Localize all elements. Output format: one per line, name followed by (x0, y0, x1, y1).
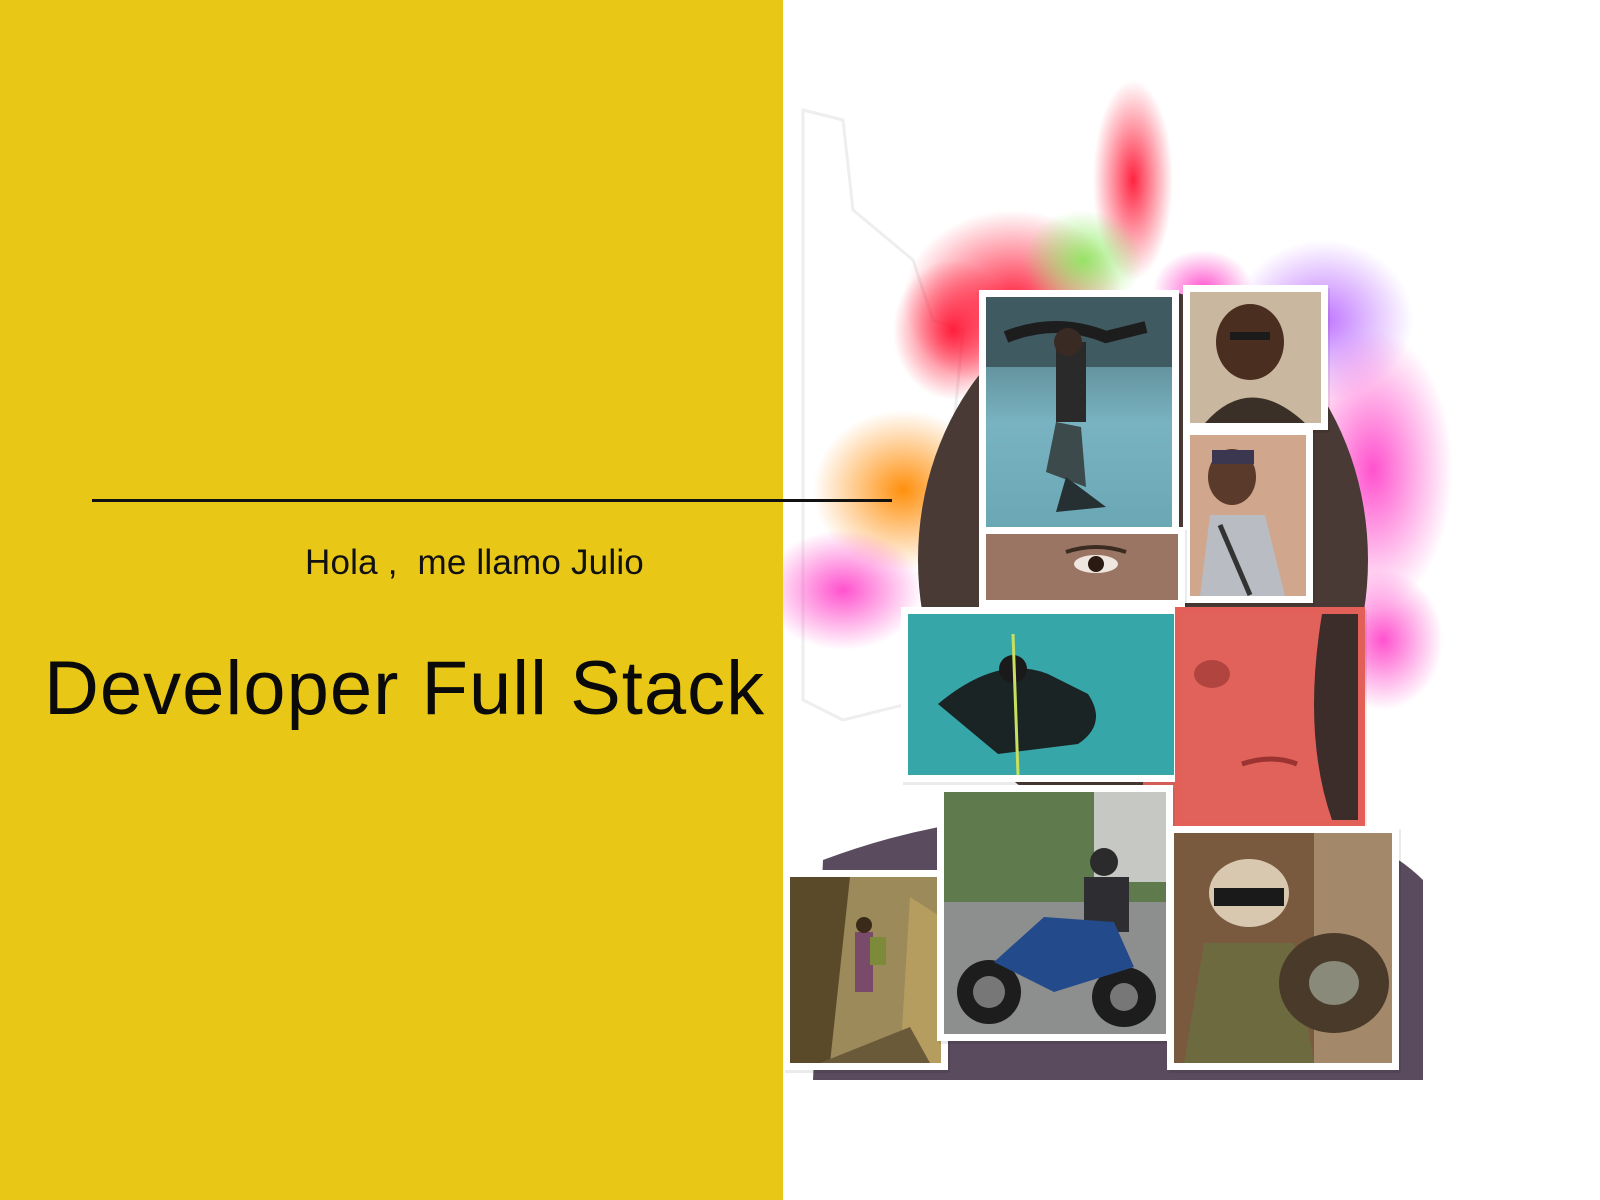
face-closeup-photo (1175, 607, 1365, 827)
underwater-diver-photo (901, 607, 1181, 782)
portrait-collage (783, 0, 1600, 1200)
divider-line (92, 499, 892, 502)
mountain-hiker-photo (783, 870, 948, 1070)
motorcycle-rider-photo (937, 785, 1173, 1041)
headline-title: Developer Full Stack (44, 646, 766, 731)
yellow-panel (0, 0, 783, 1200)
hiker-selfie-photo (1183, 428, 1313, 603)
portrait-smiling-photo (1183, 285, 1328, 430)
underwater-swimmer-photo (979, 290, 1179, 535)
motorcycle-selfie-photo (1167, 826, 1399, 1070)
greeting-text: Hola , me llamo Julio (305, 543, 644, 582)
eyes-closeup-photo (979, 527, 1185, 607)
landing-page: Hola , me llamo Julio Developer Full Sta… (0, 0, 1600, 1200)
